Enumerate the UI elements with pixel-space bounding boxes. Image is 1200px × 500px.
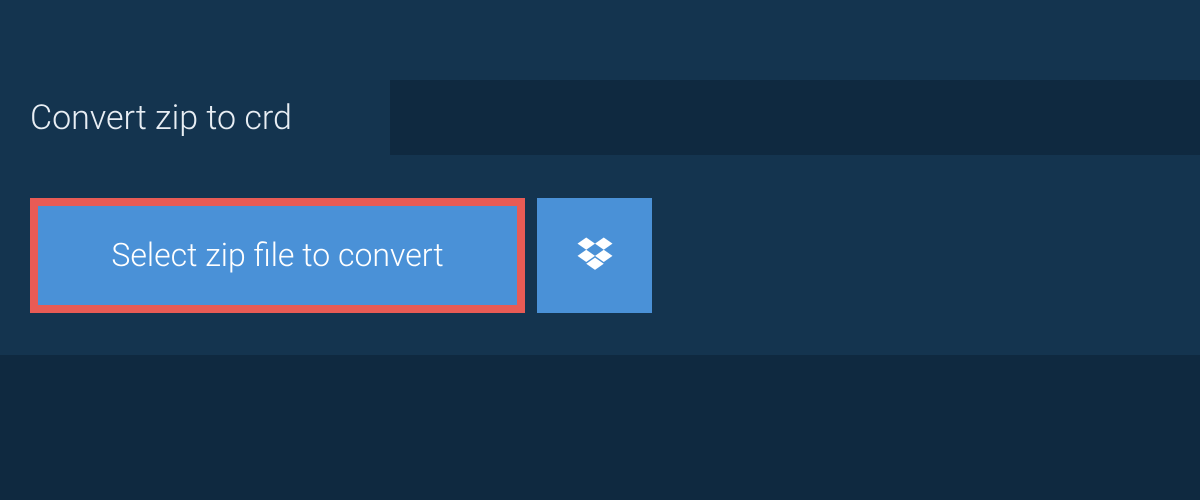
dropbox-button[interactable]	[537, 198, 652, 313]
dropbox-icon	[574, 234, 616, 276]
top-strip	[0, 0, 1200, 80]
tab-label: Convert zip to crd	[30, 98, 292, 138]
tab-convert[interactable]: Convert zip to crd	[0, 80, 390, 155]
select-file-button-label: Select zip file to convert	[111, 236, 443, 274]
select-file-button[interactable]: Select zip file to convert	[30, 198, 525, 313]
upload-panel: Select zip file to convert	[0, 155, 1200, 355]
